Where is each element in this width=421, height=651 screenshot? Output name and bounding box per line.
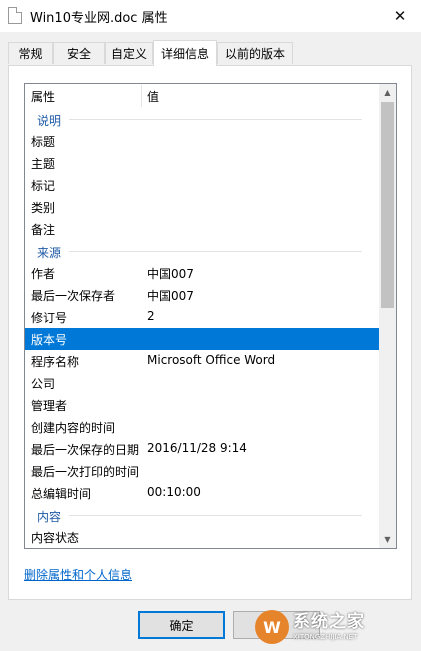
property-row-total-editing-time[interactable]: 总编辑时间 00:10:00: [25, 482, 380, 504]
tab-custom[interactable]: 自定义: [105, 42, 153, 64]
property-value[interactable]: 2: [147, 309, 155, 323]
group-origin: 来源: [25, 240, 380, 262]
column-separator[interactable]: [141, 85, 142, 107]
group-content: 内容: [25, 504, 380, 526]
scrollbar-thumb[interactable]: [381, 102, 394, 308]
scroll-down-arrow-icon[interactable]: ▼: [379, 531, 396, 548]
property-row-last-printed[interactable]: 最后一次打印的时间: [25, 460, 380, 482]
property-value[interactable]: 2016/11/28 9:14: [147, 441, 247, 455]
remove-properties-link[interactable]: 删除属性和个人信息: [24, 566, 132, 583]
group-divider: [69, 251, 362, 252]
property-row-comments[interactable]: 备注: [25, 218, 380, 240]
watermark-text: 系统之家: [293, 611, 365, 632]
group-divider: [69, 119, 362, 120]
group-description: 说明: [25, 108, 380, 130]
property-name: 主题: [31, 157, 56, 171]
property-row-version-number[interactable]: 版本号: [25, 328, 380, 350]
property-row-program-name[interactable]: 程序名称 Microsoft Office Word: [25, 350, 380, 372]
close-button[interactable]: ✕: [379, 0, 421, 32]
property-row-title[interactable]: 标题: [25, 130, 380, 152]
property-rows: 说明 标题 主题 标记 类别 备注 来源 作者 中国007 最后一次保存者 中国00…: [25, 108, 380, 548]
tab-details[interactable]: 详细信息: [153, 40, 217, 66]
watermark-subtext: XITONGZHIJIA.NET: [293, 632, 358, 641]
document-icon: [8, 7, 22, 24]
property-name: 管理者: [31, 399, 68, 413]
property-name: 备注: [31, 223, 56, 237]
property-name: 标题: [31, 135, 56, 149]
property-name: 总编辑时间: [31, 487, 92, 501]
property-list[interactable]: 属性 值 说明 标题 主题 标记 类别 备注 来源 作者 中国007 最后一次保…: [24, 83, 397, 549]
property-row-author[interactable]: 作者 中国007: [25, 262, 380, 284]
property-name: 公司: [31, 377, 56, 391]
property-row-manager[interactable]: 管理者: [25, 394, 380, 416]
property-row-tags[interactable]: 标记: [25, 174, 380, 196]
watermark: W 系统之家 XITONGZHIJIA.NET: [255, 608, 415, 646]
tab-general[interactable]: 常规: [8, 42, 53, 64]
property-name: 创建内容的时间: [31, 421, 116, 435]
tab-security[interactable]: 安全: [53, 42, 105, 64]
vertical-scrollbar[interactable]: ▲ ▼: [379, 84, 396, 548]
property-row-category[interactable]: 类别: [25, 196, 380, 218]
close-icon: ✕: [393, 7, 407, 25]
property-name: 内容状态: [31, 531, 80, 545]
title-bar: Win10专业网.doc 属性 ✕: [0, 0, 421, 32]
ok-button[interactable]: 确定: [138, 611, 225, 639]
list-header: 属性 值: [25, 84, 380, 108]
column-header-value[interactable]: 值: [147, 88, 159, 105]
group-divider: [69, 515, 362, 516]
property-row-revision-number[interactable]: 修订号 2: [25, 306, 380, 328]
property-name: 作者: [31, 267, 56, 281]
group-label: 来源: [37, 246, 62, 260]
property-row-date-last-saved[interactable]: 最后一次保存的日期 2016/11/28 9:14: [25, 438, 380, 460]
details-panel: 属性 值 说明 标题 主题 标记 类别 备注 来源 作者 中国007 最后一次保…: [8, 65, 412, 600]
property-name: 最后一次保存的日期: [31, 443, 140, 457]
group-label: 内容: [37, 510, 62, 524]
watermark-logo: W: [255, 610, 289, 644]
watermark-text-block: 系统之家 XITONGZHIJIA.NET: [293, 611, 365, 641]
property-row-last-saved-by[interactable]: 最后一次保存者 中国007: [25, 284, 380, 306]
window-title: Win10专业网.doc 属性: [30, 11, 168, 26]
property-name: 程序名称: [31, 355, 80, 369]
property-name: 版本号: [31, 333, 68, 347]
tab-previous-versions[interactable]: 以前的版本: [217, 42, 293, 64]
property-name: 修订号: [31, 311, 68, 325]
scroll-up-arrow-icon[interactable]: ▲: [379, 84, 396, 101]
group-label: 说明: [37, 114, 62, 128]
property-value[interactable]: 中国007: [147, 265, 194, 282]
property-row-company[interactable]: 公司: [25, 372, 380, 394]
property-row-content-created[interactable]: 创建内容的时间: [25, 416, 380, 438]
property-row-content-status[interactable]: 内容状态: [25, 526, 380, 548]
property-name: 最后一次打印的时间: [31, 465, 140, 479]
property-name: 最后一次保存者: [31, 289, 116, 303]
property-name: 标记: [31, 179, 56, 193]
tab-strip: 常规 安全 自定义 详细信息 以前的版本: [8, 40, 412, 66]
property-row-subject[interactable]: 主题: [25, 152, 380, 174]
property-value[interactable]: 00:10:00: [147, 485, 201, 499]
property-value[interactable]: 中国007: [147, 287, 194, 304]
column-header-property[interactable]: 属性: [31, 88, 55, 105]
property-name: 类别: [31, 201, 56, 215]
property-value[interactable]: Microsoft Office Word: [147, 353, 275, 367]
